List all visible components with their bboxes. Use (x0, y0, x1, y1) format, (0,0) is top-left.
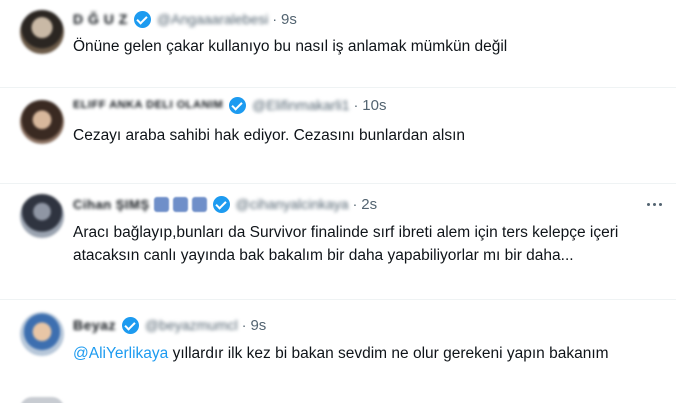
tweet[interactable]: Beyaz @beyazmumcl · 9s @AliYerlikaya yıl… (0, 300, 676, 403)
separator: · (241, 317, 247, 333)
verified-badge-icon (229, 96, 247, 114)
tweet-header: Cihan ŞIMŞ @cihanyalcinkaya · 2s (73, 194, 377, 214)
tweet-header: D Ğ U Z @Angaaaralebesi · 9s (73, 9, 297, 29)
user-handle[interactable]: @Angaaaralebesi (157, 11, 269, 27)
display-name[interactable]: Beyaz (73, 317, 116, 333)
verified-badge-icon (212, 195, 230, 213)
more-options-icon[interactable] (640, 196, 668, 212)
verified-badge-icon (121, 316, 139, 334)
tweet-text-body: yıllardır ilk kez bi bakan sevdim ne olu… (168, 345, 609, 362)
tweet[interactable]: ELIFF ANKA DELI OLANIM @Elifinmakarli1 ·… (0, 88, 676, 184)
avatar[interactable] (20, 312, 64, 356)
display-name[interactable]: D Ğ U Z (73, 11, 128, 27)
reply-feed: D Ğ U Z @Angaaaralebesi · 9s Önüne gelen… (0, 0, 676, 403)
user-handle[interactable]: @Elifinmakarli1 (252, 97, 349, 113)
profile-badge-icon (172, 196, 188, 212)
separator: · (353, 97, 359, 113)
tweet[interactable]: Cihan ŞIMŞ @cihanyalcinkaya · 2s Aracı b… (0, 184, 676, 300)
avatar[interactable] (20, 397, 64, 403)
tweet-text: Aracı bağlayıp,bunları da Survivor final… (73, 224, 619, 264)
profile-badge-icon (191, 196, 207, 212)
separator: · (272, 11, 278, 27)
timestamp[interactable]: 10s (362, 97, 386, 114)
tweet-header: ELIFF ANKA DELI OLANIM @Elifinmakarli1 ·… (73, 95, 386, 115)
mention-link[interactable]: @AliYerlikaya (73, 345, 168, 362)
tweet-text: Cezayı araba sahibi hak ediyor. Cezasını… (73, 127, 466, 144)
display-name[interactable]: ELIFF ANKA DELI OLANIM (73, 99, 223, 111)
avatar[interactable] (20, 100, 64, 144)
verified-badge-icon (133, 10, 151, 28)
timestamp[interactable]: 9s (250, 317, 266, 334)
tweet-text: @AliYerlikaya yıllardır ilk kez bi bakan… (73, 342, 663, 365)
timestamp[interactable]: 2s (361, 196, 377, 213)
avatar[interactable] (20, 10, 64, 54)
user-handle[interactable]: @beyazmumcl (145, 317, 238, 333)
tweet-header: Beyaz @beyazmumcl · 9s (73, 315, 266, 335)
tweet-text: Önüne gelen çakar kullanıyo bu nasıl iş … (73, 38, 508, 55)
timestamp[interactable]: 9s (281, 11, 297, 28)
tweet[interactable]: D Ğ U Z @Angaaaralebesi · 9s Önüne gelen… (0, 0, 676, 88)
display-name[interactable]: Cihan ŞIMŞ (73, 197, 150, 212)
avatar[interactable] (20, 194, 64, 238)
profile-badge-icon (153, 196, 169, 212)
separator: · (352, 196, 358, 212)
user-handle[interactable]: @cihanyalcinkaya (236, 196, 349, 212)
